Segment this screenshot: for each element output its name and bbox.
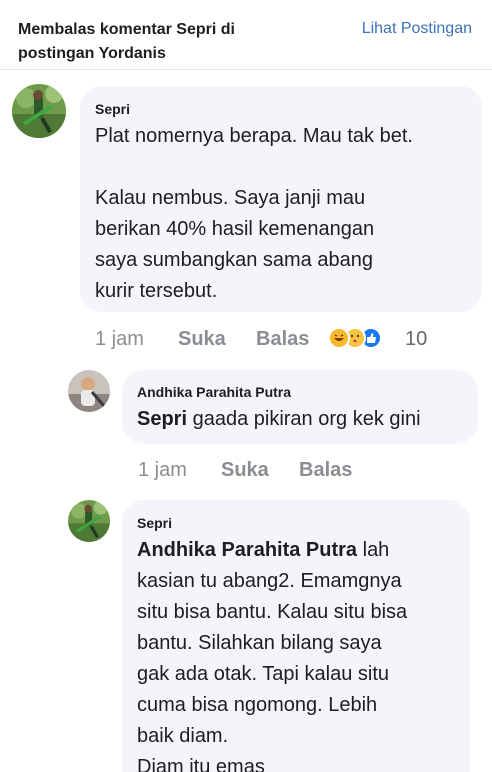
like-button[interactable]: Suka — [221, 457, 269, 483]
reply-text: Sepri gaada pikiran org kek gini — [137, 404, 472, 435]
avatar-image — [68, 370, 110, 412]
reaction-count: 10 — [405, 328, 428, 350]
reply-first-line: Andhika Parahita Putra lah — [137, 535, 467, 566]
reply-button[interactable]: Balas — [299, 457, 352, 483]
reply-line: baik diam. — [137, 725, 229, 747]
reply-bubble-sepri[interactable]: Sepri Andhika Parahita Putra lah kasian … — [122, 500, 470, 772]
view-post-link[interactable]: Lihat Postingan — [362, 18, 472, 40]
like-button[interactable]: Suka — [178, 326, 226, 352]
reply-text-content: gaada pikiran org kek gini — [187, 408, 421, 430]
avatar-sepri[interactable] — [12, 84, 66, 138]
comment-line: saya sumbangkan sama abang — [95, 249, 373, 271]
title-line-1: Membalas komentar Sepri di — [18, 21, 235, 38]
comment-bubble-sepri[interactable]: Sepri Plat nomernya berapa. Mau tak bet.… — [80, 86, 482, 312]
comment-time: 1 jam — [95, 328, 144, 350]
title-line-2: postingan Yordanis — [18, 45, 166, 62]
haha-icon — [328, 327, 350, 349]
mention-tag[interactable]: Andhika Parahita Putra — [137, 539, 357, 561]
reply-time: 1 jam — [138, 459, 187, 481]
comment-line: Kalau nembus. Saya janji mau — [95, 187, 366, 209]
reply-line: bantu. Silahkan bilang saya — [137, 632, 382, 654]
reply-bubble-andhika[interactable]: Andhika Parahita Putra Sepri gaada pikir… — [122, 370, 478, 444]
avatar-sepri[interactable] — [68, 500, 110, 542]
reactions-summary[interactable]: 10 — [328, 326, 438, 352]
reply-line-rest: lah — [357, 539, 390, 561]
reply-author[interactable]: Andhika Parahita Putra — [137, 383, 291, 401]
comment-line: Plat nomernya berapa. Mau tak bet. — [95, 125, 413, 147]
reply-actions: 1 jam Suka Balas — [138, 457, 398, 483]
reply-button[interactable]: Balas — [256, 326, 309, 352]
reply-line: cuma bisa ngomong. Lebih — [137, 694, 378, 716]
reply-line: situ bisa bantu. Kalau situ bisa — [137, 601, 408, 623]
reply-line: Diam itu emas — [137, 756, 265, 772]
mention-tag[interactable]: Sepri — [137, 408, 187, 430]
avatar-image — [12, 84, 66, 138]
reply-text: Andhika Parahita Putra lah kasian tu aba… — [137, 535, 467, 772]
comment-line: kurir tersebut. — [95, 280, 218, 302]
reply-line: gak ada otak. Tapi kalau situ — [137, 663, 390, 685]
comment-actions: 1 jam Suka Balas — [95, 326, 355, 352]
avatar-andhika[interactable] — [68, 370, 110, 412]
avatar-image — [68, 500, 110, 542]
comment-text: Plat nomernya berapa. Mau tak bet. Kalau… — [95, 121, 475, 307]
replying-to-title: Membalas komentar Sepri di postingan Yor… — [18, 18, 318, 66]
comment-blank-line — [95, 152, 475, 183]
reply-author[interactable]: Sepri — [137, 514, 172, 532]
comment-line: berikan 40% hasil kemenangan — [95, 218, 375, 240]
reply-header: Membalas komentar Sepri di postingan Yor… — [0, 0, 492, 70]
reply-line: kasian tu abang2. Emamgnya — [137, 570, 402, 592]
comment-author[interactable]: Sepri — [95, 100, 130, 118]
